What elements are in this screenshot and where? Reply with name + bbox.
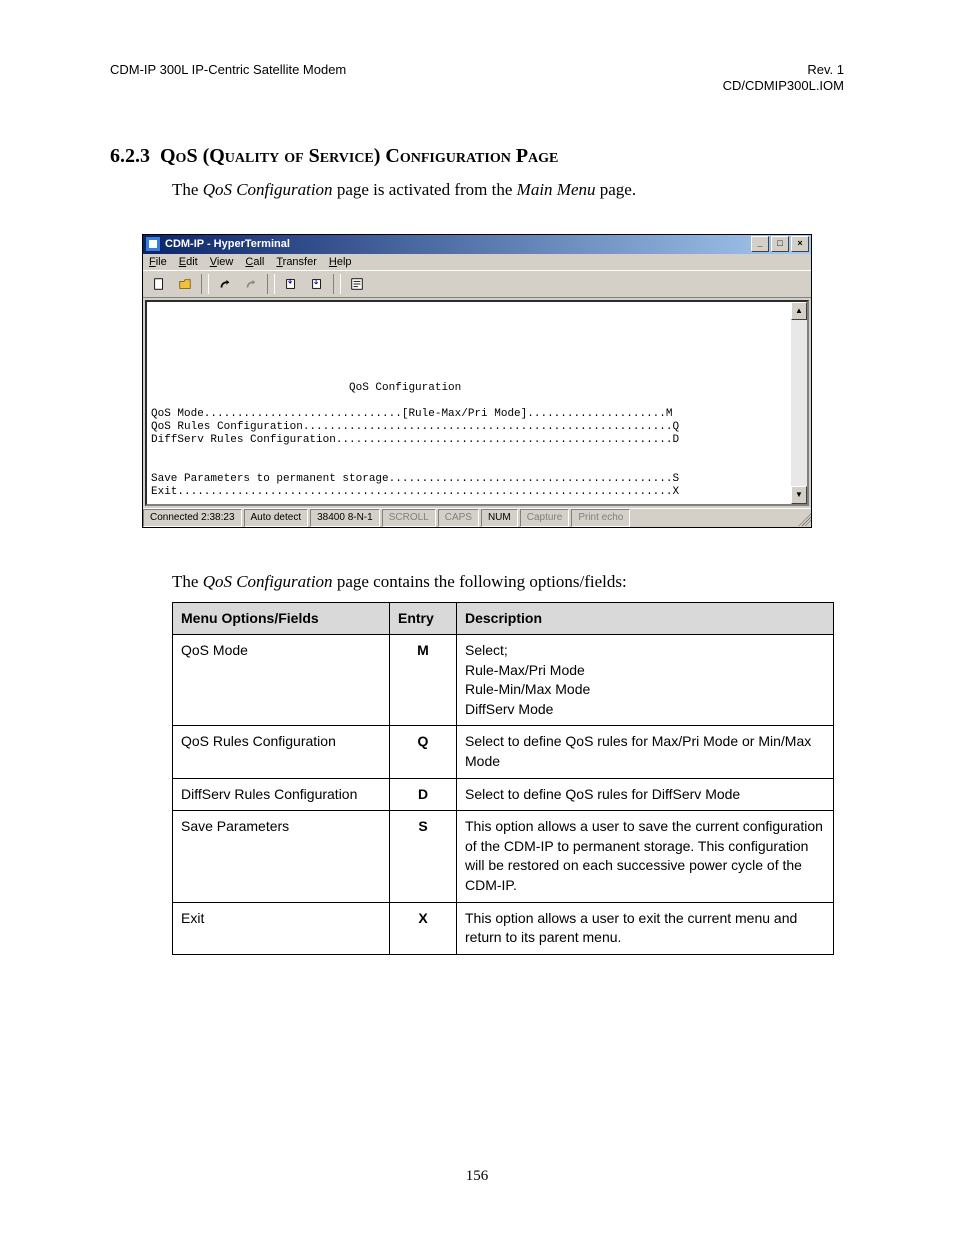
window-title: CDM-IP - HyperTerminal xyxy=(165,238,290,250)
maximize-button[interactable]: □ xyxy=(771,236,789,252)
resize-grip-icon[interactable] xyxy=(795,510,811,526)
table-row: QoS ModeMSelect;Rule-Max/Pri ModeRule-Mi… xyxy=(173,635,834,726)
open-icon[interactable] xyxy=(173,273,197,295)
menu-help[interactable]: Help xyxy=(329,256,352,268)
menu-call[interactable]: Call xyxy=(245,256,264,268)
header-left: CDM-IP 300L IP-Centric Satellite Modem xyxy=(110,62,346,95)
text: page contains the following options/fiel… xyxy=(333,572,627,591)
toolbar xyxy=(143,270,811,298)
status-echo: Print echo xyxy=(571,509,630,527)
scrollbar[interactable]: ▲ ▼ xyxy=(791,302,807,504)
section-number: 6.2.3 xyxy=(110,145,150,168)
page-number: 156 xyxy=(0,1168,954,1185)
menu-file[interactable]: File xyxy=(149,256,167,268)
hyperterminal-window: CDM-IP - HyperTerminal _ □ × File Edit V… xyxy=(142,234,812,528)
scroll-down-icon[interactable]: ▼ xyxy=(791,486,807,504)
text: The xyxy=(172,572,203,591)
status-capture: Capture xyxy=(520,509,570,527)
text-italic: QoS Configuration xyxy=(203,180,333,199)
receive-icon[interactable] xyxy=(305,273,329,295)
menu-transfer[interactable]: Transfer xyxy=(276,256,317,268)
app-icon xyxy=(145,236,161,252)
new-icon[interactable] xyxy=(147,273,171,295)
status-detect: Auto detect xyxy=(244,509,309,527)
properties-icon[interactable] xyxy=(345,273,369,295)
close-button[interactable]: × xyxy=(791,236,809,252)
col-entry: Entry xyxy=(390,602,457,635)
connect-icon[interactable] xyxy=(213,273,237,295)
table-row: DiffServ Rules ConfigurationDSelect to d… xyxy=(173,778,834,811)
disconnect-icon[interactable] xyxy=(239,273,263,295)
cell-desc: This option allows a user to save the cu… xyxy=(457,811,834,902)
cell-desc: Select;Rule-Max/Pri ModeRule-Min/Max Mod… xyxy=(457,635,834,726)
table-row: QoS Rules ConfigurationQSelect to define… xyxy=(173,726,834,778)
table-row: ExitXThis option allows a user to exit t… xyxy=(173,902,834,954)
cell-desc: This option allows a user to exit the cu… xyxy=(457,902,834,954)
section-title: QoS (Quality of Service) Configuration P… xyxy=(160,145,558,168)
cell-desc: Select to define QoS rules for DiffServ … xyxy=(457,778,834,811)
cell-entry: S xyxy=(390,811,457,902)
status-caps: CAPS xyxy=(438,509,479,527)
col-menu: Menu Options/Fields xyxy=(173,602,390,635)
cell-entry: X xyxy=(390,902,457,954)
cell-name: QoS Mode xyxy=(173,635,390,726)
menu-bar: File Edit View Call Transfer Help xyxy=(143,254,811,270)
below-text: The QoS Configuration page contains the … xyxy=(172,572,844,592)
menu-edit[interactable]: Edit xyxy=(179,256,198,268)
cell-entry: Q xyxy=(390,726,457,778)
table-row: Save ParametersSThis option allows a use… xyxy=(173,811,834,902)
cell-name: QoS Rules Configuration xyxy=(173,726,390,778)
status-line: 38400 8-N-1 xyxy=(310,509,380,527)
status-connected: Connected 2:38:23 xyxy=(143,509,242,527)
status-num: NUM xyxy=(481,509,518,527)
cell-name: Exit xyxy=(173,902,390,954)
minimize-button[interactable]: _ xyxy=(751,236,769,252)
options-table: Menu Options/Fields Entry Description Qo… xyxy=(172,602,834,955)
header-right-2: CD/CDMIP300L.IOM xyxy=(723,78,844,94)
text-italic: Main Menu xyxy=(517,180,596,199)
intro-text: The QoS Configuration page is activated … xyxy=(172,180,844,200)
text: The xyxy=(172,180,203,199)
terminal-output[interactable]: QoS Configuration QoS Mode..............… xyxy=(147,302,791,504)
menu-view[interactable]: View xyxy=(210,256,234,268)
section-heading: 6.2.3 QoS (Quality of Service) Configura… xyxy=(110,145,844,168)
scroll-up-icon[interactable]: ▲ xyxy=(791,302,807,320)
header-right-1: Rev. 1 xyxy=(723,62,844,78)
status-scroll: SCROLL xyxy=(382,509,436,527)
status-bar: Connected 2:38:23 Auto detect 38400 8-N-… xyxy=(143,508,811,527)
cell-entry: M xyxy=(390,635,457,726)
text: page is activated from the xyxy=(333,180,517,199)
cell-name: Save Parameters xyxy=(173,811,390,902)
cell-entry: D xyxy=(390,778,457,811)
text: page. xyxy=(596,180,637,199)
window-titlebar: CDM-IP - HyperTerminal _ □ × xyxy=(143,235,811,254)
send-icon[interactable] xyxy=(279,273,303,295)
cell-name: DiffServ Rules Configuration xyxy=(173,778,390,811)
page-header: CDM-IP 300L IP-Centric Satellite Modem R… xyxy=(110,62,844,95)
col-desc: Description xyxy=(457,602,834,635)
cell-desc: Select to define QoS rules for Max/Pri M… xyxy=(457,726,834,778)
text-italic: QoS Configuration xyxy=(203,572,333,591)
